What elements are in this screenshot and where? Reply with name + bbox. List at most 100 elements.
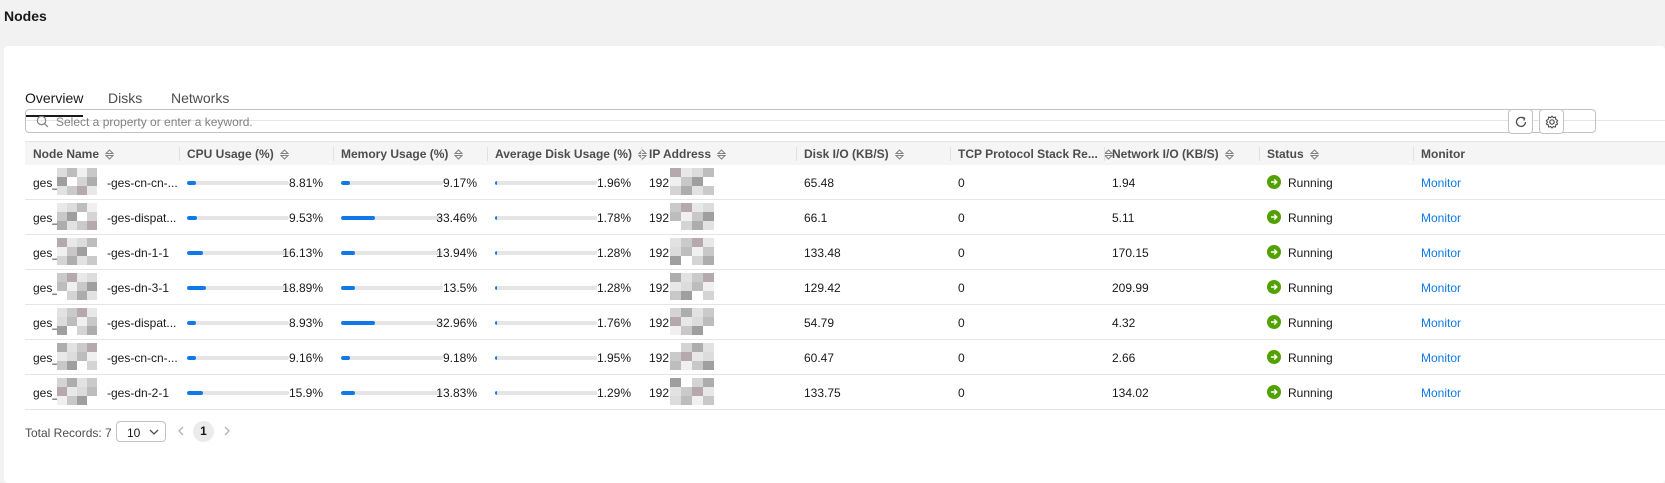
redacted-mosaic (670, 308, 714, 335)
table-row: ges_ -ges-dispat... 9.53% 33.46% 1.78% 192 66.… (25, 200, 1665, 235)
table-row: ges_ -ges-dispat... 8.93% 32.96% 1.76% 192 54.… (25, 305, 1665, 340)
disk-io-value: 133.48 (804, 246, 841, 260)
sort-icon[interactable] (717, 149, 727, 160)
prev-page-icon[interactable] (177, 426, 185, 436)
disk-io-value: 133.75 (804, 386, 841, 400)
column-label: Average Disk Usage (%) (495, 147, 632, 161)
monitor-link[interactable]: Monitor (1421, 281, 1461, 295)
col-disk-io-header[interactable]: Disk I/O (KB/S) (804, 147, 904, 161)
sort-icon[interactable] (637, 149, 647, 160)
col-network-io-header[interactable]: Network I/O (KB/S) (1112, 147, 1234, 161)
memory-usage-bar-fill (341, 321, 375, 325)
col-disk-usage-header[interactable]: Average Disk Usage (%) (495, 147, 647, 161)
status-running-icon (1267, 315, 1281, 329)
column-label: Node Name (33, 147, 100, 161)
redacted-mosaic (670, 343, 714, 370)
page-size-select[interactable]: 10 (116, 421, 166, 442)
monitor-link[interactable]: Monitor (1421, 386, 1461, 400)
tcp-retrans-value: 0 (958, 281, 965, 295)
redacted-mosaic (57, 343, 97, 370)
cpu-usage-value: 15.9% (288, 386, 323, 400)
table-body: ges_ -ges-cn-cn-... 8.81% 9.17% 1.96% 192 65.4… (25, 165, 1665, 410)
monitor-link[interactable]: Monitor (1421, 176, 1461, 190)
sort-icon[interactable] (454, 149, 464, 160)
sort-icon[interactable] (1224, 149, 1234, 160)
status-text: Running (1288, 351, 1333, 365)
cpu-usage-value: 8.81% (288, 176, 323, 190)
node-name-prefix: ges_ (33, 176, 60, 190)
disk-usage-value: 1.28% (596, 281, 631, 295)
search-placeholder: Select a property or enter a keyword. (56, 115, 253, 129)
settings-icon (1545, 115, 1559, 129)
monitor-link[interactable]: Monitor (1421, 211, 1461, 225)
settings-button[interactable] (1539, 109, 1564, 134)
column-divider (179, 147, 180, 161)
refresh-icon (1515, 116, 1527, 128)
col-status-header[interactable]: Status (1267, 147, 1319, 161)
disk-io-value: 65.48 (804, 176, 835, 190)
status-text: Running (1288, 211, 1333, 225)
memory-usage-value: 9.17% (442, 176, 477, 190)
node-name-suffix: -ges-cn-cn-... (107, 176, 178, 190)
redacted-mosaic (670, 378, 714, 405)
col-node-name-header[interactable]: Node Name (33, 147, 115, 161)
redacted-mosaic (57, 308, 97, 335)
redacted-mosaic (57, 168, 97, 195)
cpu-usage-bar-fill (187, 251, 204, 255)
redacted-mosaic (670, 273, 714, 300)
column-divider (333, 147, 334, 161)
monitor-link[interactable]: Monitor (1421, 351, 1461, 365)
network-io-value: 2.66 (1112, 351, 1136, 365)
cpu-usage-value: 9.16% (288, 351, 323, 365)
sort-icon[interactable] (1309, 149, 1319, 160)
chevron-down-icon (149, 429, 159, 435)
disk-usage-bar-fill (495, 216, 497, 220)
search-input[interactable]: Select a property or enter a keyword. (25, 109, 1596, 133)
sort-icon[interactable] (105, 149, 115, 160)
memory-usage-value: 13.94% (436, 246, 477, 260)
memory-usage-value: 13.83% (436, 386, 477, 400)
page-number-current[interactable]: 1 (193, 421, 214, 442)
column-label: Status (1267, 147, 1304, 161)
refresh-button[interactable] (1508, 109, 1533, 134)
ip-address-prefix: 192 (649, 316, 670, 330)
col-cpu-usage-header[interactable]: CPU Usage (%) (187, 147, 289, 161)
sort-icon[interactable] (279, 149, 289, 160)
status-text: Running (1288, 281, 1333, 295)
col-monitor-header: Monitor (1421, 147, 1465, 161)
column-label: Network I/O (KB/S) (1112, 147, 1219, 161)
node-name-suffix: -ges-dn-1-1 (107, 246, 170, 260)
sort-icon[interactable] (894, 149, 904, 160)
disk-io-value: 129.42 (804, 281, 841, 295)
col-tcp-retrans-header[interactable]: TCP Protocol Stack Re... (958, 147, 1113, 161)
col-ip-address-header[interactable]: IP Address (649, 147, 727, 161)
disk-usage-value: 1.76% (596, 316, 631, 330)
node-name-suffix: -ges-dn-2-1 (107, 386, 170, 400)
ip-address-prefix: 192 (649, 246, 670, 260)
nodes-table: Node Name CPU Usage (%) Memory Usage (%) Av… (25, 141, 1665, 410)
ip-address-prefix: 192 (649, 386, 670, 400)
redacted-mosaic (57, 238, 97, 265)
cpu-usage-value: 8.93% (288, 316, 323, 330)
monitor-link[interactable]: Monitor (1421, 316, 1461, 330)
cpu-usage-value: 18.89% (282, 281, 323, 295)
column-label: Monitor (1421, 147, 1465, 161)
status-running-icon (1267, 175, 1281, 189)
next-page-icon[interactable] (223, 426, 231, 436)
memory-usage-value: 33.46% (436, 211, 477, 225)
memory-usage-value: 9.18% (442, 351, 477, 365)
node-name-prefix: ges_ (33, 386, 60, 400)
node-name-prefix: ges_ (33, 246, 60, 260)
col-memory-usage-header[interactable]: Memory Usage (%) (341, 147, 464, 161)
ip-address-prefix: 192 (649, 176, 670, 190)
node-name-suffix: -ges-dn-3-1 (107, 281, 170, 295)
monitor-link[interactable]: Monitor (1421, 246, 1461, 260)
column-divider (487, 147, 488, 161)
column-divider (641, 147, 642, 161)
memory-usage-bar-fill (341, 216, 376, 220)
disk-usage-bar-fill (495, 286, 497, 290)
network-io-value: 134.02 (1112, 386, 1149, 400)
node-name-suffix: -ges-dispat... (107, 211, 177, 225)
tcp-retrans-value: 0 (958, 211, 965, 225)
ip-address-prefix: 192 (649, 281, 670, 295)
